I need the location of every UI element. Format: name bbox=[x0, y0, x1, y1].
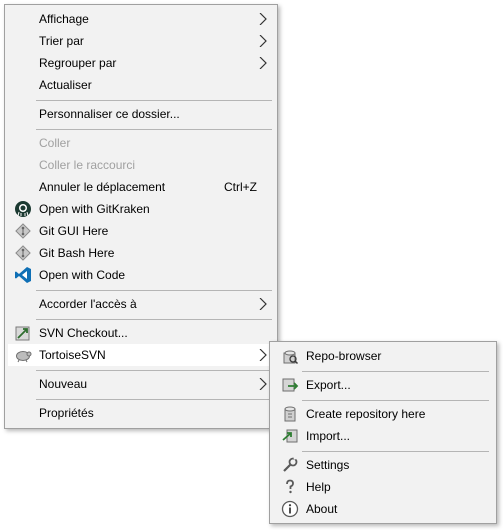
repo-browser-icon bbox=[283, 350, 299, 365]
menu-separator bbox=[36, 290, 272, 291]
tortoisesvn-submenu: Repo-browser Export... Create repository… bbox=[269, 341, 497, 524]
menu-item-nouveau[interactable]: Nouveau bbox=[8, 373, 274, 395]
menu-separator bbox=[302, 400, 489, 401]
shortcut-text: Ctrl+Z bbox=[224, 180, 257, 194]
chevron-right-icon bbox=[259, 378, 267, 390]
menu-item-accorder-acces[interactable]: Accorder l'accès à bbox=[8, 293, 274, 315]
chevron-right-icon bbox=[259, 349, 267, 361]
menu-item-label: Affichage bbox=[39, 12, 89, 26]
menu-item-proprietes[interactable]: Propriétés bbox=[8, 402, 274, 424]
export-icon bbox=[282, 378, 299, 392]
submenu-item-about[interactable]: About bbox=[274, 498, 492, 520]
menu-separator bbox=[36, 399, 272, 400]
menu-separator bbox=[302, 371, 489, 372]
menu-item-coller[interactable]: Coller bbox=[8, 132, 274, 154]
menu-item-label: Git GUI Here bbox=[39, 224, 109, 238]
menu-item-label: About bbox=[306, 502, 338, 516]
help-icon bbox=[286, 479, 294, 494]
menu-separator bbox=[302, 451, 489, 452]
submenu-item-import[interactable]: Import... bbox=[274, 425, 492, 447]
menu-item-label: Annuler le déplacement bbox=[39, 180, 166, 194]
menu-item-personnaliser[interactable]: Personnaliser ce dossier... bbox=[8, 103, 274, 125]
menu-item-label: Trier par bbox=[39, 34, 84, 48]
gitkraken-icon bbox=[15, 201, 31, 217]
menu-item-label: SVN Checkout... bbox=[39, 326, 128, 340]
menu-item-svn-checkout[interactable]: SVN Checkout... bbox=[8, 322, 274, 344]
menu-item-label: Export... bbox=[306, 378, 351, 392]
about-icon bbox=[281, 500, 299, 518]
vscode-icon bbox=[15, 267, 31, 283]
context-menu: Affichage Trier par Regrouper par Actual… bbox=[4, 4, 278, 429]
settings-icon bbox=[283, 456, 298, 472]
menu-item-label: TortoiseSVN bbox=[39, 348, 106, 362]
submenu-item-help[interactable]: Help bbox=[274, 476, 492, 498]
menu-item-label: Actualiser bbox=[39, 78, 92, 92]
menu-separator bbox=[36, 319, 272, 320]
git-bash-icon bbox=[15, 245, 31, 261]
menu-item-label: Regrouper par bbox=[39, 56, 117, 70]
chevron-right-icon bbox=[259, 57, 267, 69]
menu-item-label: Import... bbox=[306, 429, 351, 443]
menu-separator bbox=[36, 129, 272, 130]
menu-item-label: Propriétés bbox=[39, 406, 94, 420]
menu-item-label: Repo-browser bbox=[306, 349, 382, 363]
menu-item-open-code[interactable]: Open with Code bbox=[8, 264, 274, 286]
menu-item-affichage[interactable]: Affichage bbox=[8, 8, 274, 30]
menu-item-git-gui[interactable]: Git GUI Here bbox=[8, 220, 274, 242]
tortoisesvn-icon bbox=[16, 351, 32, 363]
chevron-right-icon bbox=[259, 13, 267, 25]
chevron-right-icon bbox=[259, 298, 267, 310]
menu-item-label: Coller le raccourci bbox=[39, 158, 136, 172]
menu-item-label: Create repository here bbox=[306, 407, 426, 421]
menu-item-git-bash[interactable]: Git Bash Here bbox=[8, 242, 274, 264]
menu-item-label: Personnaliser ce dossier... bbox=[39, 107, 180, 121]
git-gui-icon bbox=[15, 223, 31, 239]
menu-item-coller-raccourci[interactable]: Coller le raccourci bbox=[8, 154, 274, 176]
menu-item-actualiser[interactable]: Actualiser bbox=[8, 74, 274, 96]
menu-item-open-gitkraken[interactable]: Open with GitKraken bbox=[8, 198, 274, 220]
menu-item-label: Accorder l'accès à bbox=[39, 297, 137, 311]
submenu-item-create-repository[interactable]: Create repository here bbox=[274, 403, 492, 425]
submenu-item-repo-browser[interactable]: Repo-browser bbox=[274, 345, 492, 367]
menu-separator bbox=[36, 370, 272, 371]
menu-item-label: Open with Code bbox=[39, 268, 126, 282]
menu-item-label: Open with GitKraken bbox=[39, 202, 150, 216]
menu-item-regrouper-par[interactable]: Regrouper par bbox=[8, 52, 274, 74]
svn-checkout-icon bbox=[15, 326, 30, 341]
menu-item-label: Git Bash Here bbox=[39, 246, 115, 260]
menu-item-label: Help bbox=[306, 480, 331, 494]
menu-separator bbox=[36, 100, 272, 101]
menu-item-tortoisesvn[interactable]: TortoiseSVN bbox=[8, 344, 274, 366]
import-icon bbox=[282, 429, 298, 443]
menu-item-label: Nouveau bbox=[39, 377, 88, 391]
chevron-right-icon bbox=[259, 35, 267, 47]
create-repository-icon bbox=[284, 406, 296, 422]
submenu-item-export[interactable]: Export... bbox=[274, 374, 492, 396]
menu-item-trier-par[interactable]: Trier par bbox=[8, 30, 274, 52]
submenu-item-settings[interactable]: Settings bbox=[274, 454, 492, 476]
menu-item-label: Settings bbox=[306, 458, 350, 472]
menu-item-label: Coller bbox=[39, 136, 71, 150]
menu-item-annuler-deplacement[interactable]: Annuler le déplacement Ctrl+Z bbox=[8, 176, 274, 198]
